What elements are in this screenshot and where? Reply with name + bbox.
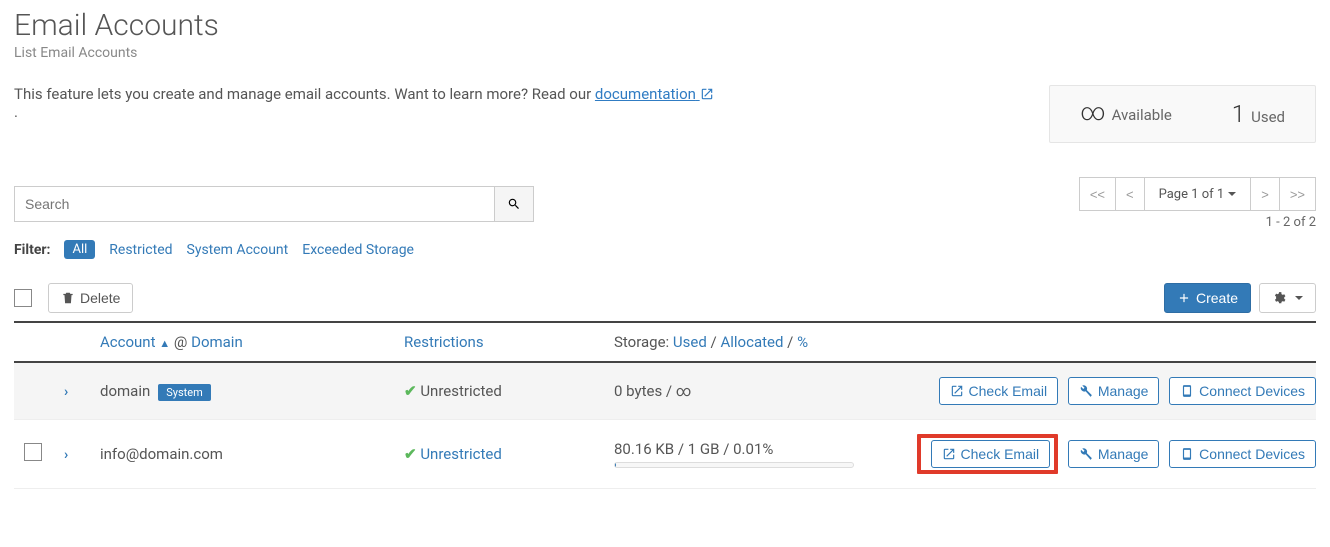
col-at: @: [174, 333, 187, 351]
documentation-link[interactable]: documentation: [595, 85, 714, 103]
col-storage-label: Storage:: [614, 333, 669, 351]
stats-box: ∞ Available 1 Used: [1049, 85, 1316, 143]
expand-chevron-icon[interactable]: ›: [64, 447, 68, 463]
col-storage-used[interactable]: Used: [673, 333, 707, 351]
col-storage-percent[interactable]: %: [797, 333, 808, 351]
create-button[interactable]: Create: [1164, 283, 1251, 313]
filter-row: Filter: All Restricted System Account Ex…: [14, 240, 1316, 259]
storage-text: 80.16 KB / 1 GB / 0.01%: [614, 440, 773, 458]
col-restrictions[interactable]: Restrictions: [404, 333, 484, 351]
page-subtitle: List Email Accounts: [14, 45, 1316, 61]
pager-range: 1 - 2 of 2: [1080, 215, 1316, 230]
col-account[interactable]: Account: [100, 333, 156, 351]
stat-used-label: Used: [1251, 108, 1285, 126]
stat-available-label: Available: [1112, 106, 1172, 124]
sort-caret-icon: ▲: [159, 337, 170, 350]
table-header: Account ▲ @ Domain Restrictions Storage:…: [14, 323, 1316, 363]
phone-icon: [1180, 384, 1194, 398]
check-email-button[interactable]: Check Email: [931, 440, 1051, 468]
col-storage-allocated[interactable]: Allocated: [720, 333, 783, 351]
search-input[interactable]: [14, 186, 494, 222]
phone-icon: [1180, 447, 1194, 461]
intro-suffix: .: [14, 103, 18, 121]
expand-chevron-icon[interactable]: ›: [64, 384, 68, 400]
col-domain[interactable]: Domain: [191, 333, 243, 351]
system-badge: System: [158, 384, 211, 401]
stat-available-value: ∞: [1080, 100, 1105, 124]
settings-menu-button[interactable]: [1259, 283, 1316, 313]
page-title: Email Accounts: [14, 8, 1316, 43]
connect-devices-button[interactable]: Connect Devices: [1169, 440, 1316, 468]
plus-icon: [1177, 291, 1191, 305]
pager-prev[interactable]: <: [1115, 177, 1145, 211]
stat-available: ∞ Available: [1050, 86, 1202, 142]
table-row: › info@domain.com ✔ Unrestricted 80.16 KB /…: [14, 420, 1316, 489]
external-link-icon: [942, 447, 956, 461]
filter-label: Filter:: [14, 242, 50, 258]
manage-button[interactable]: Manage: [1068, 377, 1160, 405]
row-checkbox[interactable]: [24, 443, 42, 461]
check-email-button[interactable]: Check Email: [939, 377, 1059, 405]
check-icon: ✔: [404, 382, 417, 400]
intro-prefix: This feature lets you create and manage …: [14, 85, 595, 103]
filter-restricted[interactable]: Restricted: [109, 242, 172, 258]
wrench-icon: [1079, 447, 1093, 461]
stat-used: 1 Used: [1202, 86, 1315, 142]
check-icon: ✔: [404, 445, 417, 463]
restriction-value: Unrestricted: [420, 382, 501, 400]
storage-text: 0 bytes / ∞: [614, 382, 691, 400]
pager-info[interactable]: Page 1 of 1: [1144, 177, 1252, 211]
trash-icon: [61, 291, 75, 305]
account-name: info@domain.com: [100, 445, 223, 463]
manage-button[interactable]: Manage: [1068, 440, 1160, 468]
highlight-box: Check Email: [917, 434, 1059, 474]
search-button[interactable]: [494, 186, 534, 222]
intro-text: This feature lets you create and manage …: [14, 85, 714, 121]
storage-bar: [614, 462, 854, 468]
search-icon: [507, 197, 521, 211]
pager: << < Page 1 of 1 > >>: [1080, 177, 1316, 211]
select-all-checkbox[interactable]: [14, 289, 32, 307]
external-link-icon: [950, 384, 964, 398]
search-group: [14, 186, 534, 222]
pager-next[interactable]: >: [1250, 177, 1280, 211]
filter-all[interactable]: All: [64, 240, 95, 259]
table-row: › domain System ✔ Unrestricted 0 bytes / ∞ C…: [14, 363, 1316, 420]
external-link-icon: [700, 87, 714, 101]
pager-last[interactable]: >>: [1279, 177, 1316, 211]
delete-button[interactable]: Delete: [48, 283, 133, 313]
wrench-icon: [1079, 384, 1093, 398]
filter-system[interactable]: System Account: [187, 242, 289, 258]
stat-used-value: 1: [1232, 100, 1245, 128]
account-name: domain: [100, 382, 150, 400]
pager-first[interactable]: <<: [1079, 177, 1116, 211]
connect-devices-button[interactable]: Connect Devices: [1169, 377, 1316, 405]
restriction-value[interactable]: Unrestricted: [420, 445, 501, 463]
filter-exceeded[interactable]: Exceeded Storage: [302, 242, 414, 258]
gear-icon: [1272, 291, 1286, 305]
